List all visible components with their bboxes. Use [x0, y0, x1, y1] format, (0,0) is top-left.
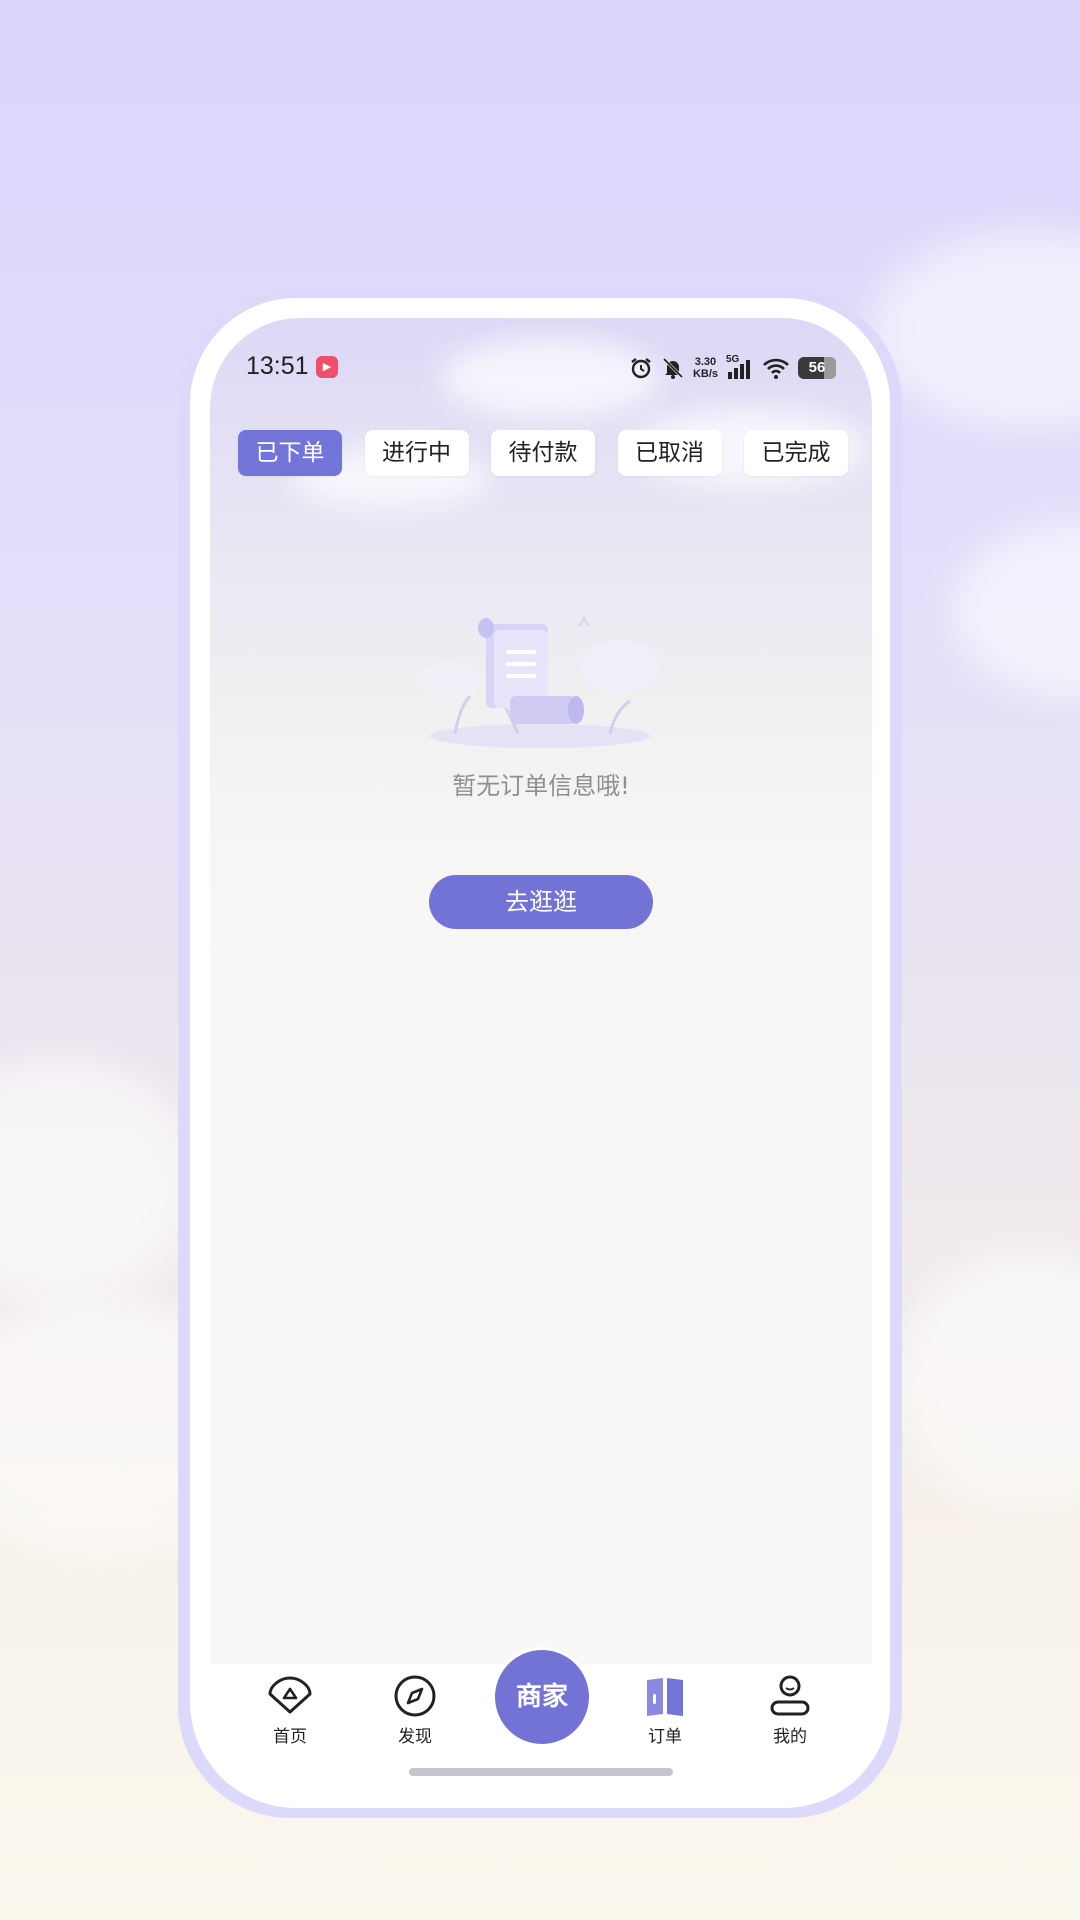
status-icons: 3.30 KB/s 5G 56: [629, 352, 836, 384]
mute-bell-icon: [662, 357, 683, 379]
go-browse-button[interactable]: 去逛逛: [429, 875, 653, 929]
order-book-icon: [647, 1678, 683, 1716]
app-screen: 13:51 ▶ 3.30 KB/s 5G 56 已下单 进行中 待付款 已取消 …: [210, 318, 872, 1790]
order-status-tabs: 已下单 进行中 待付款 已取消 已完成: [238, 430, 848, 476]
merchant-center-button[interactable]: 商家: [495, 1650, 589, 1744]
tab-cancelled[interactable]: 已取消: [617, 430, 722, 476]
network-speed: 3.30 KB/s: [692, 356, 718, 380]
kuaiyin-app-icon: ▶: [316, 356, 338, 378]
alarm-icon: [631, 358, 651, 379]
compass-icon: [394, 1675, 436, 1717]
nav-profile[interactable]: 我的: [740, 1672, 840, 1747]
empty-state-message: 暂无订单信息哦!: [452, 772, 630, 800]
home-indicator[interactable]: [409, 1768, 673, 1776]
profile-icon: [770, 1675, 810, 1716]
tab-completed[interactable]: 已完成: [744, 430, 848, 476]
tab-in-progress[interactable]: 进行中: [364, 430, 469, 476]
status-bar: 13:51 ▶ 3.30 KB/s 5G 56: [210, 346, 872, 390]
wifi-icon: [763, 358, 789, 379]
tab-pending-payment[interactable]: 待付款: [491, 430, 595, 476]
tab-ordered[interactable]: 已下单: [238, 430, 342, 476]
nav-home[interactable]: 首页: [240, 1672, 340, 1747]
nav-discover[interactable]: 发现: [365, 1672, 465, 1747]
status-time: 13:51: [246, 352, 309, 380]
cellular-signal-icon: 5G: [726, 354, 754, 380]
empty-order-scroll-icon: [420, 615, 660, 748]
nav-orders[interactable]: 订单: [615, 1672, 715, 1747]
home-icon: [268, 1676, 312, 1714]
battery-indicator: 56: [798, 357, 836, 379]
